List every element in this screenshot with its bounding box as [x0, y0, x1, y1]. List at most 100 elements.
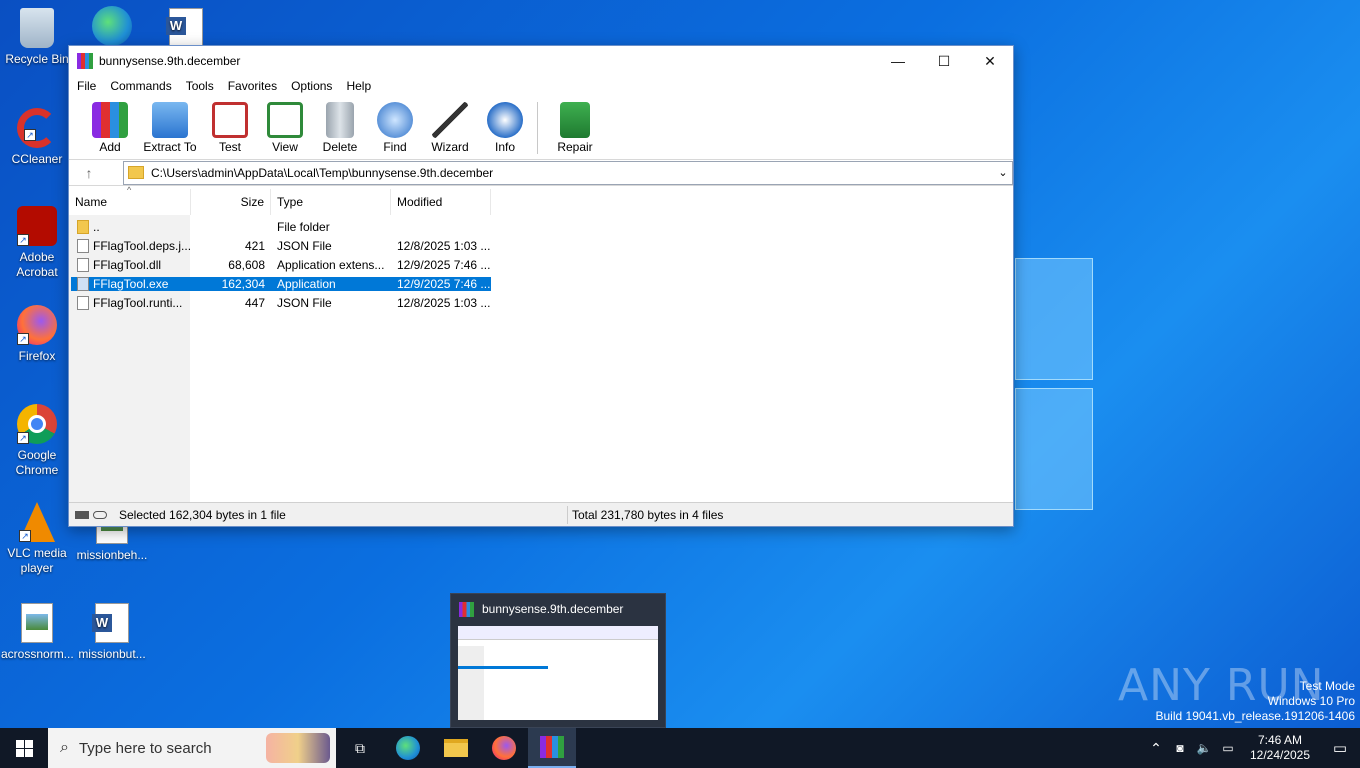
chevron-down-icon[interactable]: ⌄: [994, 166, 1012, 179]
volume-icon[interactable]: 🔈: [1192, 741, 1216, 755]
column-size[interactable]: Size: [191, 189, 271, 215]
clock-date: 12/24/2025: [1249, 748, 1311, 762]
clock[interactable]: 7:46 AM 12/24/2025: [1240, 733, 1320, 763]
search-icon: ⌕: [60, 739, 69, 756]
address-row: ↑ C:\Users\admin\AppData\Local\Temp\bunn…: [69, 160, 1013, 186]
word-document-icon: W: [166, 8, 203, 48]
windows-wallpaper-logo: [1015, 258, 1093, 513]
thumbnail-title: bunnysense.9th.december: [482, 602, 624, 616]
notification-icon[interactable]: ▭: [1320, 739, 1360, 757]
toolbar-separator: [537, 102, 538, 154]
folder-icon: [128, 166, 144, 179]
menu-favorites[interactable]: Favorites: [228, 79, 277, 93]
winrar-app-icon: [540, 736, 564, 758]
chrome-icon: ↗: [17, 404, 57, 444]
firefox-icon: [492, 736, 516, 760]
menu-help[interactable]: Help: [346, 79, 371, 93]
shortcut-arrow-icon: ↗: [17, 234, 29, 246]
desktop-icon-adobe-acrobat[interactable]: ↗ Adobe Acrobat: [1, 206, 73, 280]
edge-icon: [92, 6, 132, 46]
clipboard-check-icon: [212, 102, 248, 138]
firefox-icon: ↗: [17, 305, 57, 345]
shortcut-arrow-icon: ↗: [24, 129, 36, 141]
status-left: Selected 162,304 bytes in 1 file: [119, 507, 286, 522]
title-bar[interactable]: bunnysense.9th.december — ☐ ✕: [69, 46, 1013, 76]
up-arrow-icon[interactable]: ↑: [69, 165, 109, 181]
menu-file[interactable]: File: [77, 79, 96, 93]
desktop-icon-ccleaner[interactable]: ↗ CCleaner: [1, 108, 73, 167]
windows-start-icon: [15, 739, 33, 757]
toolbar: Add Extract To Test View Delete Find Wiz…: [69, 96, 1013, 160]
menu-commands[interactable]: Commands: [110, 79, 171, 93]
search-input[interactable]: Type here to search: [79, 740, 212, 757]
desktop-icon-missionbut[interactable]: W missionbut...: [76, 603, 148, 662]
delete-button[interactable]: Delete: [311, 102, 369, 154]
image-file-icon: [21, 603, 53, 643]
table-row[interactable]: FFlagTool.dll 68,608 Application extens.…: [71, 255, 491, 274]
meet-now-icon[interactable]: ◙: [1168, 741, 1192, 755]
json-file-icon: [77, 238, 89, 253]
menu-tools[interactable]: Tools: [186, 79, 214, 93]
drive-icon: [75, 510, 89, 519]
os-watermark: Test Mode Windows 10 Pro Build 19041.vb_…: [1155, 679, 1356, 723]
taskbar-thumbnail-preview[interactable]: bunnysense.9th.december: [450, 593, 666, 728]
desktop-icon-chrome[interactable]: ↗ Google Chrome: [1, 404, 73, 478]
shortcut-arrow-icon: ↗: [17, 432, 29, 444]
start-button[interactable]: [0, 728, 48, 768]
json-file-icon: [77, 295, 89, 310]
view-button[interactable]: View: [259, 102, 311, 154]
folder-extract-icon: [152, 102, 188, 138]
file-explorer-icon: [444, 739, 468, 757]
table-row[interactable]: .. File folder: [71, 217, 491, 236]
desktop-icon-recycle-bin[interactable]: Recycle Bin: [1, 8, 73, 67]
menu-options[interactable]: Options: [291, 79, 332, 93]
ccleaner-icon: ↗: [17, 108, 57, 148]
info-button[interactable]: Info: [479, 102, 531, 154]
table-row[interactable]: FFlagTool.runti... 447 JSON File 12/8/20…: [71, 293, 491, 312]
thumbnail-image: [458, 626, 658, 720]
address-bar[interactable]: C:\Users\admin\AppData\Local\Temp\bunnys…: [123, 160, 1013, 185]
shortcut-arrow-icon: ↗: [19, 530, 31, 542]
sort-ascending-icon: ^: [127, 185, 132, 195]
window-title: bunnysense.9th.december: [99, 54, 241, 68]
desktop-icon-acrossnorm[interactable]: acrossnorm...: [1, 603, 74, 662]
dll-file-icon: [77, 257, 89, 272]
table-row[interactable]: FFlagTool.deps.j... 421 JSON File 12/8/2…: [71, 236, 491, 255]
table-row-selected[interactable]: FFlagTool.exe 162,304 Application 12/9/2…: [71, 274, 491, 293]
word-document-icon: W: [92, 603, 129, 643]
test-button[interactable]: Test: [201, 102, 259, 154]
taskbar-search[interactable]: ⌕ Type here to search: [48, 728, 336, 768]
desktop-icon-firefox[interactable]: ↗ Firefox: [1, 305, 73, 364]
status-bar: Selected 162,304 bytes in 1 file Total 2…: [69, 502, 1013, 526]
repair-button[interactable]: Repair: [546, 102, 604, 154]
winrar-app-icon: [77, 53, 93, 69]
clock-time: 7:46 AM: [1257, 733, 1303, 747]
trash-icon: [326, 102, 354, 138]
search-highlight-icon: [266, 733, 330, 763]
column-modified[interactable]: Modified: [391, 189, 491, 215]
column-type[interactable]: Type: [271, 189, 391, 215]
taskbar-edge[interactable]: [384, 728, 432, 768]
info-icon: [487, 102, 523, 138]
minimize-button[interactable]: —: [875, 46, 921, 76]
extract-to-button[interactable]: Extract To: [139, 102, 201, 154]
taskbar-firefox[interactable]: [480, 728, 528, 768]
wizard-button[interactable]: Wizard: [421, 102, 479, 154]
task-view-button[interactable]: ⧉: [336, 728, 384, 768]
recycle-bin-icon: [20, 8, 54, 48]
chevron-up-icon[interactable]: ⌃: [1144, 740, 1168, 757]
winrar-app-icon: [459, 601, 474, 617]
find-button[interactable]: Find: [369, 102, 421, 154]
close-button[interactable]: ✕: [967, 46, 1013, 76]
adobe-acrobat-icon: ↗: [17, 206, 57, 246]
taskbar-file-explorer[interactable]: [432, 728, 480, 768]
add-button[interactable]: Add: [81, 102, 139, 154]
desktop-icon-vlc[interactable]: ↗ VLC media player: [1, 502, 73, 576]
taskbar-winrar[interactable]: [528, 728, 576, 768]
magic-wand-icon: [432, 102, 468, 138]
book-icon: [267, 102, 303, 138]
vlc-icon: ↗: [19, 502, 55, 542]
network-icon[interactable]: ▭: [1216, 741, 1240, 755]
maximize-button[interactable]: ☐: [921, 46, 967, 76]
desktop-icon-edge[interactable]: [76, 6, 148, 50]
